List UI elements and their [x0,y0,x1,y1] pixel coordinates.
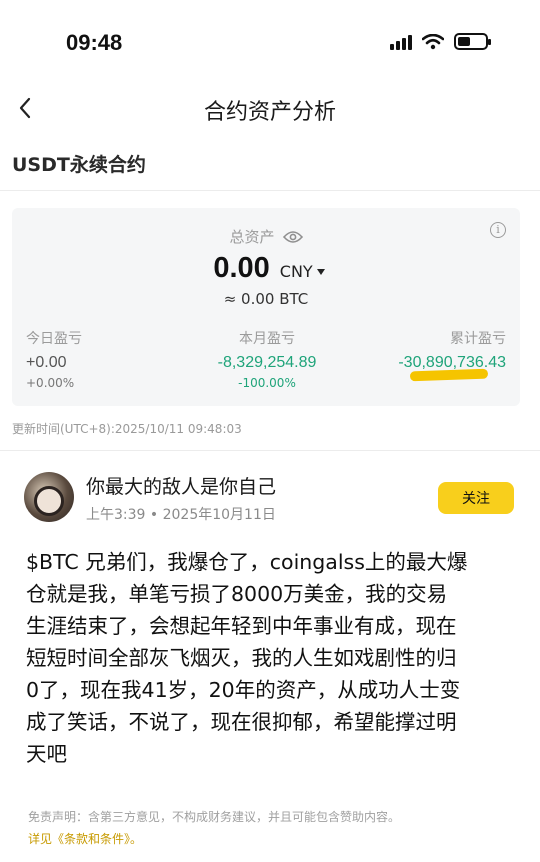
total-assets-value: 0.00 [213,252,270,284]
post-body: $BTC 兄弟们，我爆仓了，coingalss上的最大爆 仓就是我，单笔亏损了8… [26,546,518,770]
post-line: 成了笑话，不说了，现在很抑郁，希望能撑过明 [26,710,457,734]
terms-link[interactable]: 详见《条款和条件》。 [28,830,142,847]
divider [0,190,540,191]
month-pnl-label: 本月盈亏 [239,331,295,347]
post-line: $BTC 兄弟们，我爆仓了，coingalss上的最大爆 [26,550,468,574]
divider [0,450,540,451]
battery-icon [454,33,491,50]
update-time: 更新时间(UTC+8):2025/10/11 09:48:03 [12,422,242,436]
btc-equivalent: ≈ 0.00 BTC [223,290,309,308]
nav-bar: 合约资产分析 [0,88,540,128]
author-name[interactable]: 你最大的敌人是你自己 [86,472,276,499]
status-icons [390,33,491,50]
disclaimer: 免责声明：含第三方意见，不构成财务建议，并且可能包含赞助内容。 [28,810,401,824]
total-assets-header: 总资产 [12,226,520,247]
today-pnl-value: +0.00 [26,354,67,371]
month-pnl-percent: -100.00% [238,376,296,390]
highlighter-underline [409,368,489,382]
cumulative-pnl: 累计盈亏 -30,890,736.43 [398,328,506,372]
wifi-icon [422,33,444,49]
post-line: 0了，现在我41岁，20年的资产，从成功人士变 [26,678,461,702]
post-line: 生涯结束了，会想起年轻到中年事业有成，现在 [26,614,457,638]
today-pnl-label: 今日盈亏 [26,331,82,347]
page-title: 合约资产分析 [203,100,336,125]
post-line: 仓就是我，单笔亏损了8000万美金，我的交易 [26,582,448,606]
month-pnl: 本月盈亏 -8,329,254.89 -100.00% [212,328,322,390]
total-assets-label: 总资产 [229,228,275,246]
eye-icon[interactable] [282,230,303,244]
status-time: 09:48 [66,30,123,55]
cumulative-pnl-label: 累计盈亏 [450,331,506,347]
post-line: 短短时间全部灰飞烟灭，我的人生如戏剧性的归 [26,646,457,670]
currency-label: CNY [279,262,313,281]
today-pnl-percent: +0.00% [26,376,75,390]
caret-down-icon [316,268,325,275]
status-bar: 09:48 [0,0,540,88]
asset-summary-card: i 总资产 0.00 CNY ≈ 0.00 BTC 今日盈亏 +0.00 +0.… [12,208,520,406]
total-assets-row: 0.00 CNY [12,252,520,285]
post-line: 天吧 [26,742,67,766]
today-pnl: 今日盈亏 +0.00 +0.00% [26,328,82,390]
avatar[interactable] [24,472,74,522]
signal-icon [390,34,412,50]
month-pnl-value: -8,329,254.89 [217,354,317,371]
post-time: 上午3:39 • 2025年10月11日 [86,507,276,523]
section-label: USDT永续合约 [12,154,146,176]
follow-button[interactable]: 关注 [438,482,514,514]
currency-selector[interactable]: CNY [280,262,325,281]
